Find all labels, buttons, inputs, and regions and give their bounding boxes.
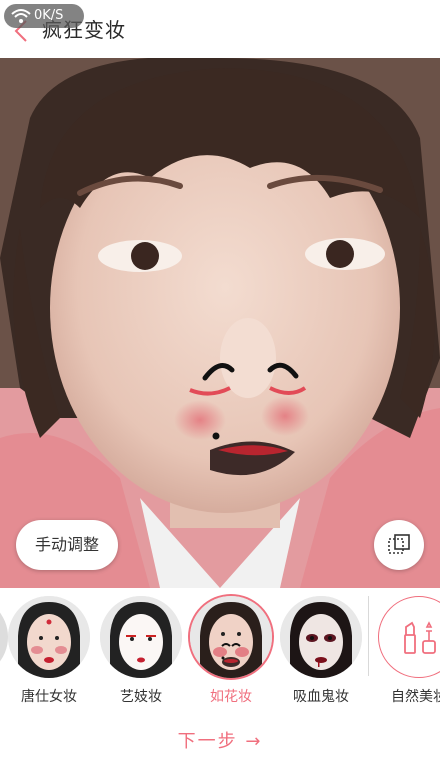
style-label: 如花妆	[210, 689, 252, 705]
strip-divider	[368, 596, 369, 676]
app-header: 疯狂变妆 0K/S	[0, 0, 440, 58]
style-item-natural[interactable]: 自然美妆	[378, 596, 440, 706]
style-thumbnail	[100, 596, 182, 678]
compare-button[interactable]	[374, 520, 424, 570]
style-item-tang-lady[interactable]: 唐仕女妆	[8, 596, 90, 706]
style-thumbnail	[190, 596, 272, 678]
style-label: 自然美妆	[391, 689, 440, 705]
makeup-preview-photo: 手动调整	[0, 58, 440, 588]
style-thumbnail	[280, 596, 362, 678]
manual-adjust-button[interactable]: 手动调整	[16, 520, 118, 570]
network-status-badge: 0K/S	[4, 4, 84, 28]
style-label: 艺妓妆	[120, 689, 162, 705]
crop-compare-icon	[388, 534, 410, 554]
style-thumbnail	[8, 596, 90, 678]
wifi-icon	[10, 7, 32, 25]
style-item-vampire[interactable]: 吸血鬼妆	[280, 596, 362, 706]
style-label: 唐仕女妆	[21, 689, 77, 705]
next-step-button[interactable]: 下一步 →	[150, 722, 290, 762]
style-item-geisha[interactable]: 艺妓妆	[100, 596, 182, 706]
makeup-style-strip: 唐仕女妆 艺妓妆 如花妆 吸血鬼妆 自然美	[0, 588, 440, 708]
network-speed-text: 0K/S	[34, 8, 64, 23]
natural-makeup-thumbnail	[378, 596, 440, 678]
lipstick-icon	[404, 621, 436, 654]
style-item-ruhua[interactable]: 如花妆	[190, 596, 272, 706]
prev-style-thumbnail[interactable]	[0, 596, 8, 678]
style-label: 吸血鬼妆	[293, 689, 349, 705]
